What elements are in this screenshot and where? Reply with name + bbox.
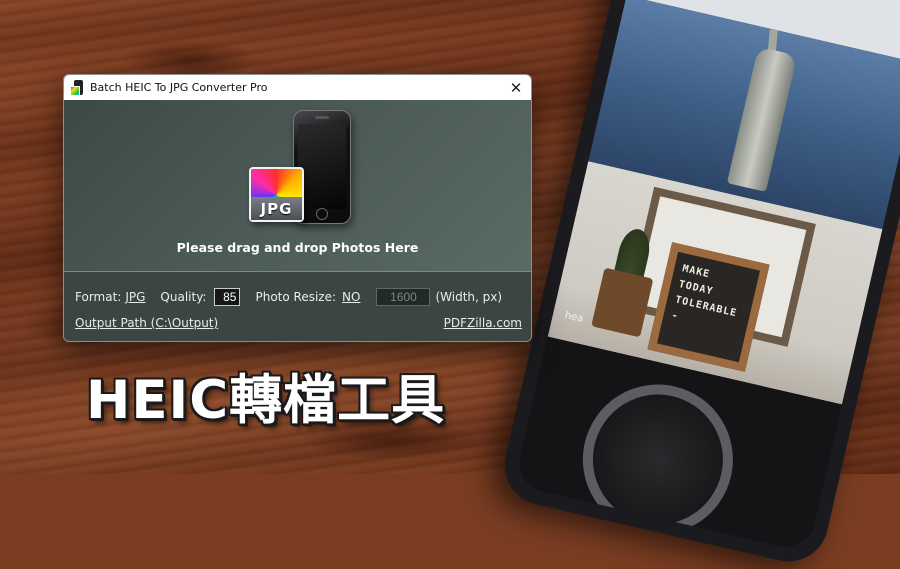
width-unit-label: (Width, px)	[435, 290, 503, 304]
round-building-image	[567, 369, 748, 550]
settings-row: Output Path (C:\Output) PDFZilla.com	[75, 316, 522, 330]
statue-of-liberty-image	[726, 46, 798, 192]
app-icon	[70, 79, 84, 96]
drop-instruction: Please drag and drop Photos Here	[176, 240, 419, 255]
settings-row: Format: JPG Quality: Photo Resize: NO (W…	[75, 288, 502, 306]
output-path-link[interactable]: Output Path (C:\Output)	[75, 316, 218, 330]
website-link[interactable]: PDFZilla.com	[444, 316, 522, 330]
jpg-icon-label: JPG	[251, 197, 302, 220]
quality-label: Quality:	[160, 290, 207, 304]
quality-input[interactable]	[214, 288, 241, 306]
window-title: Batch HEIC To JPG Converter Pro	[90, 81, 268, 94]
converter-window: Batch HEIC To JPG Converter Pro ✕ JPG Pl…	[63, 74, 532, 342]
format-link[interactable]: JPG	[125, 290, 145, 304]
close-button[interactable]: ✕	[501, 75, 531, 100]
photo-credit: hea	[563, 310, 585, 325]
caption-title: HEIC轉檔工具	[86, 370, 446, 431]
title-bar[interactable]: Batch HEIC To JPG Converter Pro ✕	[64, 75, 531, 100]
photo-drop-zone[interactable]: JPG Please drag and drop Photos Here	[64, 100, 531, 271]
settings-panel: Format: JPG Quality: Photo Resize: NO (W…	[64, 272, 531, 341]
pot-image	[591, 267, 654, 338]
format-label: Format:	[75, 290, 122, 304]
resize-link[interactable]: NO	[342, 290, 360, 304]
jpg-icon: JPG	[249, 167, 304, 222]
resize-label: Photo Resize:	[255, 290, 337, 304]
width-input[interactable]	[376, 288, 431, 306]
